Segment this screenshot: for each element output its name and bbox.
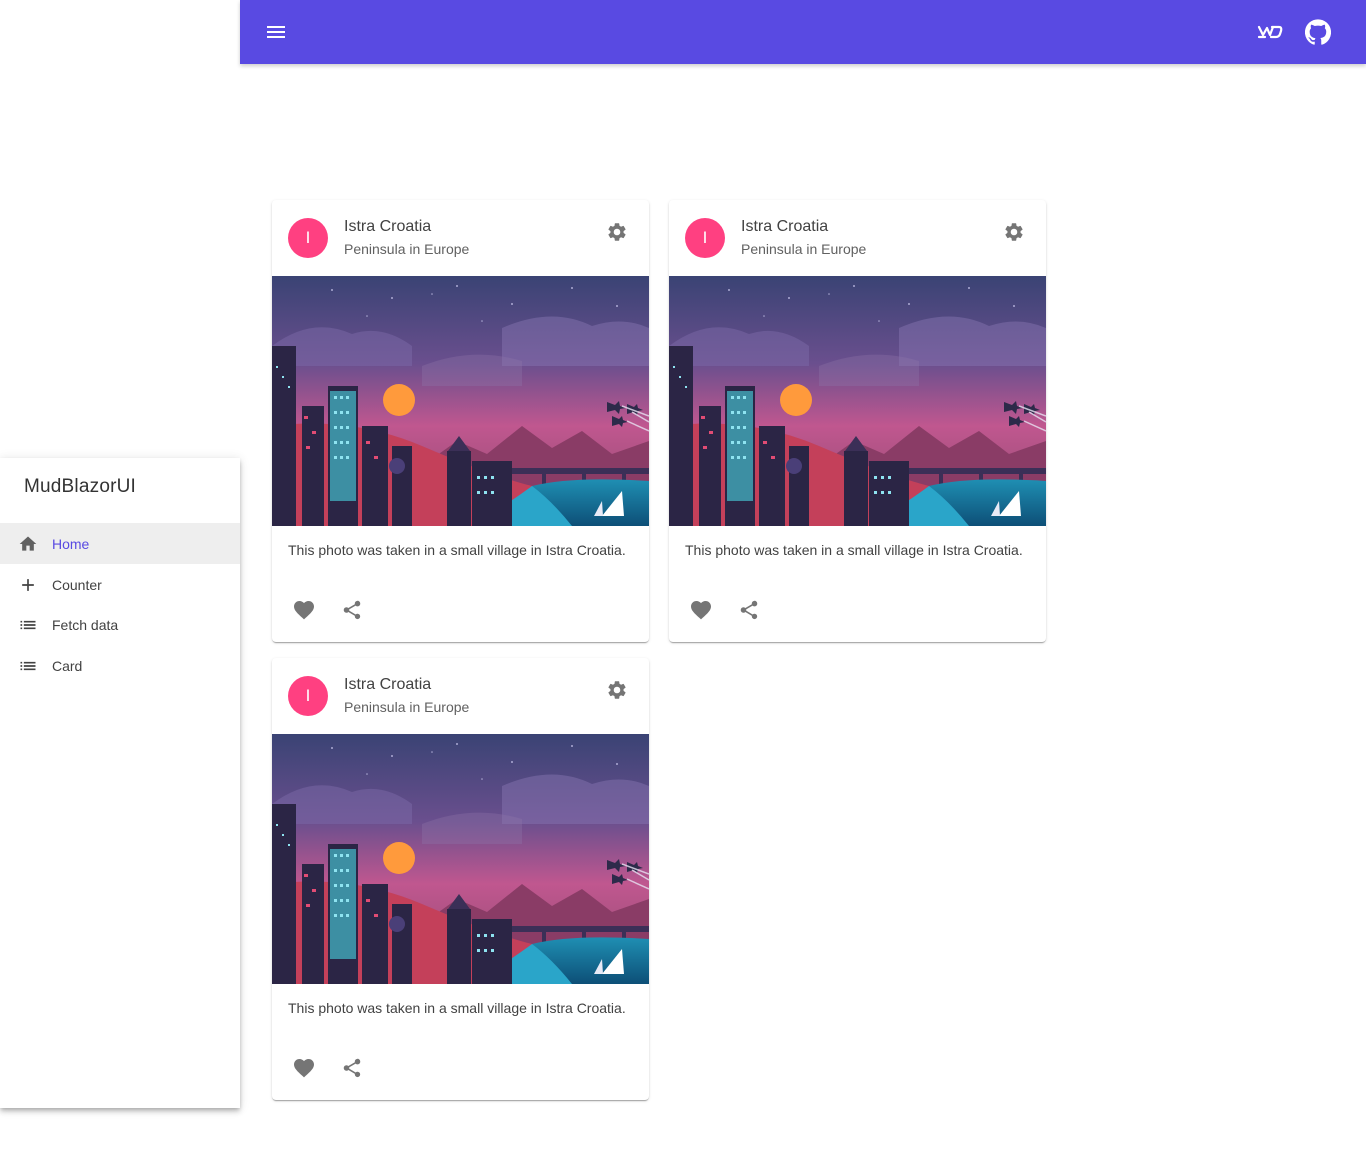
share-icon[interactable] xyxy=(336,1052,368,1084)
plus-icon xyxy=(18,575,38,595)
list-icon xyxy=(18,656,38,676)
photo-card: I Istra Croatia Peninsula in Europe This… xyxy=(272,658,649,1100)
mudblazor-logo-icon[interactable] xyxy=(1250,12,1290,52)
heart-icon[interactable] xyxy=(685,594,717,626)
nav-item-label: Counter xyxy=(52,576,102,593)
nav-item-fetch-data[interactable]: Fetch data xyxy=(0,604,240,645)
card-media-image xyxy=(272,734,649,984)
card-media-image xyxy=(669,276,1046,526)
card-body-text: This photo was taken in a small village … xyxy=(288,542,626,558)
nav-item-label: Card xyxy=(52,657,83,674)
nav-item-label: Fetch data xyxy=(52,616,119,633)
photo-card: I Istra Croatia Peninsula in Europe This… xyxy=(669,200,1046,642)
card-subtitle: Peninsula in Europe xyxy=(741,241,867,257)
nav-item-counter[interactable]: Counter xyxy=(0,564,240,605)
nav-item-card[interactable]: Card xyxy=(0,645,240,686)
card-subtitle: Peninsula in Europe xyxy=(344,241,470,257)
app-bar xyxy=(240,0,1366,64)
card-media-image xyxy=(272,276,649,526)
settings-gear-icon[interactable] xyxy=(601,216,633,248)
nav-drawer: MudBlazorUI Home Counter Fetch data Card xyxy=(0,458,240,1108)
nav-item-label: Home xyxy=(52,535,90,552)
hamburger-menu-icon[interactable] xyxy=(256,12,296,52)
card-body-text: This photo was taken in a small village … xyxy=(685,542,1023,558)
share-icon[interactable] xyxy=(733,594,765,626)
share-icon[interactable] xyxy=(336,594,368,626)
list-icon xyxy=(18,615,38,635)
settings-gear-icon[interactable] xyxy=(601,674,633,706)
card-title: Istra Croatia xyxy=(741,218,829,235)
photo-card: I Istra Croatia Peninsula in Europe This… xyxy=(272,200,649,642)
card-body-text: This photo was taken in a small village … xyxy=(288,1000,626,1016)
card-subtitle: Peninsula in Europe xyxy=(344,699,470,715)
avatar: I xyxy=(685,218,725,258)
github-icon[interactable] xyxy=(1298,12,1338,52)
heart-icon[interactable] xyxy=(288,1052,320,1084)
card-title: Istra Croatia xyxy=(344,676,432,693)
settings-gear-icon[interactable] xyxy=(998,216,1030,248)
avatar: I xyxy=(288,676,328,716)
drawer-brand-title: MudBlazorUI xyxy=(24,476,137,497)
card-title: Istra Croatia xyxy=(344,218,432,235)
home-icon xyxy=(18,534,38,554)
heart-icon[interactable] xyxy=(288,594,320,626)
avatar: I xyxy=(288,218,328,258)
nav-item-home[interactable]: Home xyxy=(0,523,240,564)
